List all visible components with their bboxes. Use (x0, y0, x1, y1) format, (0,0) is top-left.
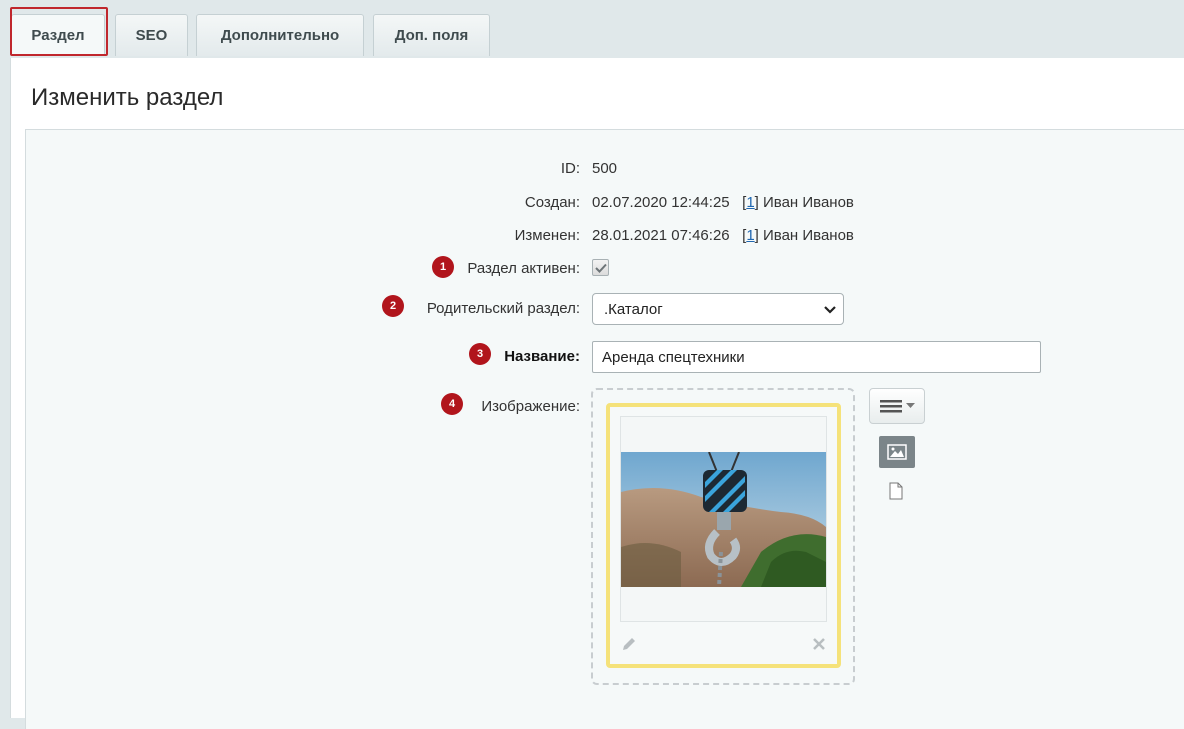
id-value: 500 (592, 160, 618, 177)
name-label: Название: (504, 348, 580, 365)
id-label: ID: (560, 160, 580, 177)
modified-user-name: Иван Иванов (763, 227, 854, 244)
step-badge-3: 3 (469, 343, 491, 365)
tab-extra-fields-label: Доп. поля (394, 27, 469, 44)
tab-extra-fields[interactable]: Доп. поля (373, 14, 490, 56)
active-label: Раздел активен: (467, 260, 580, 277)
tab-additional[interactable]: Дополнительно (196, 14, 364, 56)
step-badge-4: 4 (441, 393, 463, 415)
section-image[interactable] (621, 452, 826, 587)
parent-section-select[interactable]: .Каталог (592, 293, 844, 325)
modified-value: 28.01.2021 07:46:26 [1] Иван Иванов (592, 227, 854, 244)
created-value: 02.07.2020 12:44:25 [1] Иван Иванов (592, 194, 854, 211)
step-badge-2: 2 (382, 295, 404, 317)
modified-date: 28.01.2021 07:46:26 (592, 227, 730, 244)
tab-bar: Раздел SEO Дополнительно Доп. поля (0, 0, 1184, 58)
caret-down-icon (905, 403, 915, 408)
file-icon[interactable] (889, 482, 903, 500)
modified-label: Изменен: (514, 227, 580, 244)
modified-user-link[interactable]: 1 (746, 227, 754, 244)
tab-additional-label: Дополнительно (220, 27, 340, 44)
parent-label: Родительский раздел: (426, 300, 580, 317)
created-user-link[interactable]: 1 (746, 194, 754, 211)
menu-icon (879, 400, 902, 413)
page-title: Изменить раздел (31, 84, 224, 111)
parent-section-value: .Каталог (604, 300, 663, 318)
created-label: Создан: (524, 194, 580, 211)
name-input[interactable]: Аренда спецтехники (592, 341, 1041, 373)
check-icon (594, 263, 607, 273)
pencil-icon[interactable] (621, 636, 637, 652)
active-tab-highlight (10, 7, 108, 56)
active-checkbox[interactable] (592, 259, 609, 276)
step-badge-1: 1 (432, 256, 454, 278)
name-input-value: Аренда спецтехники (602, 348, 745, 366)
tab-seo-label: SEO (135, 27, 168, 44)
image-mode-button[interactable] (879, 436, 915, 468)
image-label: Изображение: (481, 398, 580, 415)
tab-seo[interactable]: SEO (115, 14, 188, 56)
image-menu-button[interactable] (869, 388, 925, 424)
close-icon[interactable] (812, 637, 826, 651)
image-icon (887, 444, 907, 460)
created-user-name: Иван Иванов (763, 194, 854, 211)
created-date: 02.07.2020 12:44:25 (592, 194, 730, 211)
chevron-down-icon (824, 306, 836, 314)
